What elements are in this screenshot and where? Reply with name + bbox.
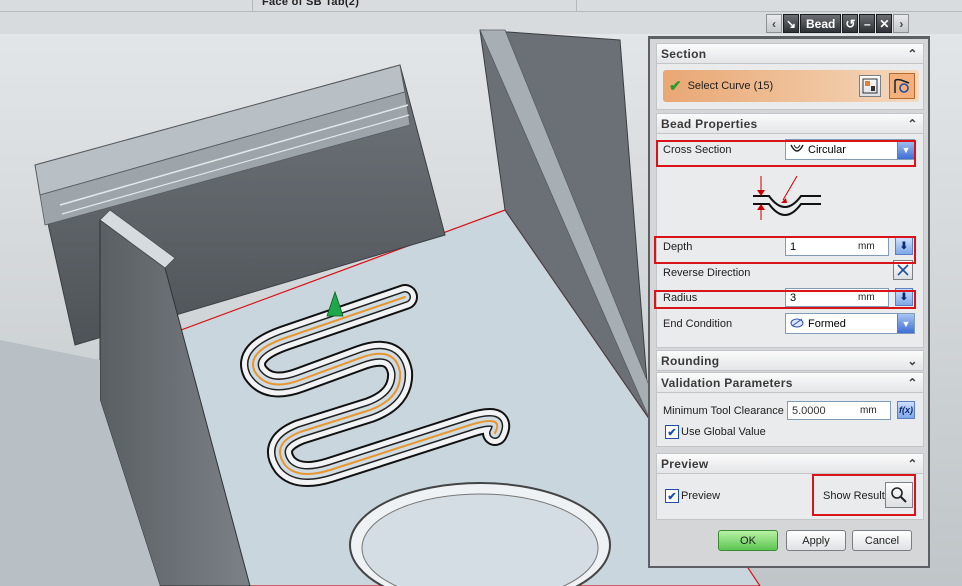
section-title: Section — [661, 46, 707, 61]
rounding-header[interactable]: Rounding ⌄ — [656, 350, 924, 371]
use-global-value-label: Use Global Value — [681, 426, 766, 438]
dialog-titlebar: ‹ ↘ Bead ↺ – ✕ › — [766, 14, 930, 34]
show-result-highlight — [812, 474, 916, 516]
section-header[interactable]: Section ⌃ — [656, 43, 924, 64]
preview-title: Preview — [661, 456, 709, 471]
collapse-icon[interactable]: ⌃ — [906, 47, 919, 61]
preview-checkbox[interactable]: ✔ — [665, 489, 679, 503]
next-arrow-icon[interactable]: › — [893, 14, 910, 33]
validation-header[interactable]: Validation Parameters ⌃ — [656, 372, 924, 393]
top-strip: Face of SB Tab(2) — [0, 0, 962, 12]
dialog-menu-icon[interactable]: ↘ — [783, 14, 799, 33]
apply-button[interactable]: Apply — [786, 530, 846, 551]
min-tool-clearance-value: 5.0000 — [792, 404, 826, 417]
select-curve-row[interactable]: ✔ Select Curve (15) — [663, 70, 919, 102]
feature-title: Face of SB Tab(2) — [262, 0, 360, 8]
cross-section-highlight — [656, 140, 916, 167]
collapse-icon[interactable]: ⌃ — [906, 457, 919, 471]
depth-highlight — [654, 236, 916, 264]
end-condition-dropdown[interactable]: Formed ▼ — [785, 313, 915, 334]
collapse-icon[interactable]: ⌃ — [906, 376, 919, 390]
close-icon[interactable]: ✕ — [876, 14, 893, 33]
validation-body: Minimum Tool Clearance 5.0000 mm f(x) ✔ … — [656, 393, 924, 447]
dropdown-arrow-icon[interactable]: ▼ — [897, 314, 914, 333]
expand-icon[interactable]: ⌄ — [906, 354, 919, 368]
select-curve-label: Select Curve (15) — [687, 80, 774, 92]
min-tool-clearance-label: Minimum Tool Clearance — [663, 405, 784, 417]
preview-header[interactable]: Preview ⌃ — [656, 453, 924, 474]
radius-highlight — [654, 290, 916, 309]
formed-end-icon — [790, 316, 804, 331]
dialog-title: Bead — [800, 14, 842, 33]
section-body: ✔ Select Curve (15) — [656, 64, 924, 110]
formula-icon[interactable]: f(x) — [897, 401, 915, 419]
strip-divider — [252, 0, 253, 12]
bead-properties-title: Bead Properties — [661, 116, 758, 131]
bead-dialog: ‹ ↘ Bead ↺ – ✕ › Section ⌃ ✔ Select Curv… — [646, 12, 930, 568]
strip-divider — [576, 0, 577, 12]
validation-title: Validation Parameters — [661, 375, 793, 390]
collapse-icon[interactable]: ⌃ — [906, 117, 919, 131]
min-tool-clearance-input[interactable]: 5.0000 mm — [787, 401, 891, 420]
minimize-icon[interactable]: – — [859, 14, 876, 33]
curve-icon[interactable] — [889, 73, 915, 99]
bead-properties-header[interactable]: Bead Properties ⌃ — [656, 113, 924, 134]
preview-label: Preview — [681, 490, 721, 502]
use-global-value-checkbox[interactable]: ✔ — [665, 425, 679, 439]
end-condition-label: End Condition — [663, 318, 733, 330]
check-icon: ✔ — [669, 78, 682, 95]
reset-icon[interactable]: ↺ — [842, 14, 859, 33]
sketch-section-icon[interactable] — [859, 75, 881, 97]
min-tool-clearance-unit: mm — [860, 405, 877, 416]
prev-arrow-icon[interactable]: ‹ — [766, 14, 782, 33]
end-condition-value: Formed — [808, 317, 846, 330]
cross-section-diagram — [753, 175, 821, 220]
ok-button[interactable]: OK — [718, 530, 778, 551]
dialog-panel: Section ⌃ ✔ Select Curve (15) Bead Prope… — [648, 36, 930, 568]
reverse-direction-label: Reverse Direction — [663, 267, 751, 279]
cancel-button[interactable]: Cancel — [852, 530, 912, 551]
rounding-title: Rounding — [661, 353, 720, 368]
